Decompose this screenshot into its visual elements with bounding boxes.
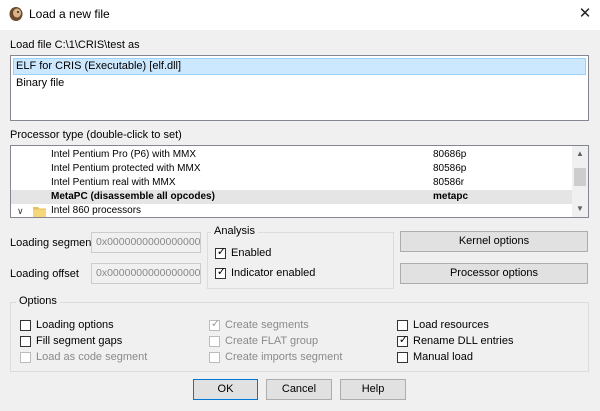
folder-icon — [33, 206, 46, 217]
processor-group-name: Intel 860 processors — [51, 205, 142, 216]
manual-load-checkbox[interactable] — [397, 352, 408, 363]
file-type-list[interactable]: ELF for CRIS (Executable) [elf.dll] Bina… — [10, 55, 589, 121]
loading-segment-input[interactable]: 0x0000000000000000 — [91, 232, 201, 253]
create-imports-segment-checkbox — [209, 352, 220, 363]
processor-name: Intel Pentium real with MMX — [51, 177, 176, 188]
load-resources-label: Load resources — [413, 319, 489, 331]
checkmark-icon: ✓ — [398, 334, 409, 346]
processor-section-label: Processor type (double-click to set) — [10, 129, 182, 141]
processor-list[interactable]: Intel Pentium Pro (P6) with MMX 80686p I… — [10, 145, 589, 218]
loading-options-checkbox[interactable] — [20, 320, 31, 331]
processor-code: 80586r — [433, 177, 465, 188]
scroll-down-icon[interactable]: ▼ — [572, 201, 588, 217]
loading-offset-label: Loading offset — [10, 268, 79, 280]
chevron-down-icon[interactable]: ∨ — [17, 204, 24, 217]
processor-group-row[interactable]: ∨ Intel 860 processors — [11, 204, 583, 217]
load-file-label: Load file C:\1\CRIS\test as — [10, 39, 140, 51]
loading-options-label: Loading options — [36, 319, 114, 331]
create-flat-group-checkbox — [209, 336, 220, 347]
ida-app-icon — [8, 6, 24, 22]
analysis-group — [207, 232, 394, 289]
help-button[interactable]: Help — [340, 379, 406, 400]
enabled-label: Enabled — [231, 247, 272, 259]
enabled-checkbox[interactable]: ✓ — [215, 246, 227, 259]
processor-row[interactable]: Intel Pentium real with MMX 80586r — [11, 176, 583, 190]
options-title: Options — [16, 295, 60, 307]
create-segments-checkbox: ✓ — [209, 318, 221, 331]
processor-row-selected[interactable]: MetaPC (disassemble all opcodes) metapc — [11, 190, 583, 204]
window-title: Load a new file — [29, 7, 110, 21]
create-imports-segment-label: Create imports segment — [225, 351, 343, 363]
kernel-options-button[interactable]: Kernel options — [400, 231, 588, 252]
vertical-scrollbar[interactable]: ▲ ▼ — [572, 146, 588, 217]
processor-options-button[interactable]: Processor options — [400, 263, 588, 284]
manual-load-label: Manual load — [413, 351, 473, 363]
processor-name: Intel Pentium protected with MMX — [51, 163, 201, 174]
fill-segment-gaps-checkbox[interactable] — [20, 336, 31, 347]
file-type-binary[interactable]: Binary file — [16, 77, 64, 89]
rename-dll-entries-label: Rename DLL entries — [413, 335, 514, 347]
load-as-code-segment-checkbox — [20, 352, 31, 363]
load-resources-checkbox[interactable] — [397, 320, 408, 331]
checkmark-icon: ✓ — [216, 266, 227, 278]
rename-dll-entries-checkbox[interactable]: ✓ — [397, 334, 409, 347]
scroll-up-icon[interactable]: ▲ — [572, 146, 588, 162]
close-icon[interactable]: ✕ — [573, 3, 597, 25]
processor-code: metapc — [433, 191, 469, 202]
ok-button[interactable]: OK — [193, 379, 258, 400]
load-as-code-segment-label: Load as code segment — [36, 351, 148, 363]
processor-name: Intel Pentium Pro (P6) with MMX — [51, 149, 197, 160]
file-type-elf[interactable]: ELF for CRIS (Executable) [elf.dll] — [16, 60, 181, 72]
processor-name: MetaPC (disassemble all opcodes) — [51, 191, 215, 202]
analysis-title: Analysis — [211, 225, 258, 237]
checkmark-icon: ✓ — [216, 246, 227, 258]
cancel-button[interactable]: Cancel — [266, 379, 332, 400]
processor-row[interactable]: Intel Pentium protected with MMX 80586p — [11, 162, 583, 176]
loading-offset-input[interactable]: 0x0000000000000000 — [91, 263, 201, 284]
fill-segment-gaps-label: Fill segment gaps — [36, 335, 123, 347]
indicator-label: Indicator enabled — [231, 267, 316, 279]
indicator-checkbox[interactable]: ✓ — [215, 266, 227, 279]
processor-code: 80686p — [433, 149, 467, 160]
processor-row[interactable]: Intel Pentium Pro (P6) with MMX 80686p — [11, 148, 583, 162]
create-flat-group-label: Create FLAT group — [225, 335, 319, 347]
checkmark-icon: ✓ — [210, 318, 221, 330]
scrollbar-thumb[interactable] — [574, 168, 586, 186]
loading-segment-label: Loading segment — [10, 237, 95, 249]
create-segments-label: Create segments — [225, 319, 309, 331]
processor-code: 80586p — [433, 163, 467, 174]
